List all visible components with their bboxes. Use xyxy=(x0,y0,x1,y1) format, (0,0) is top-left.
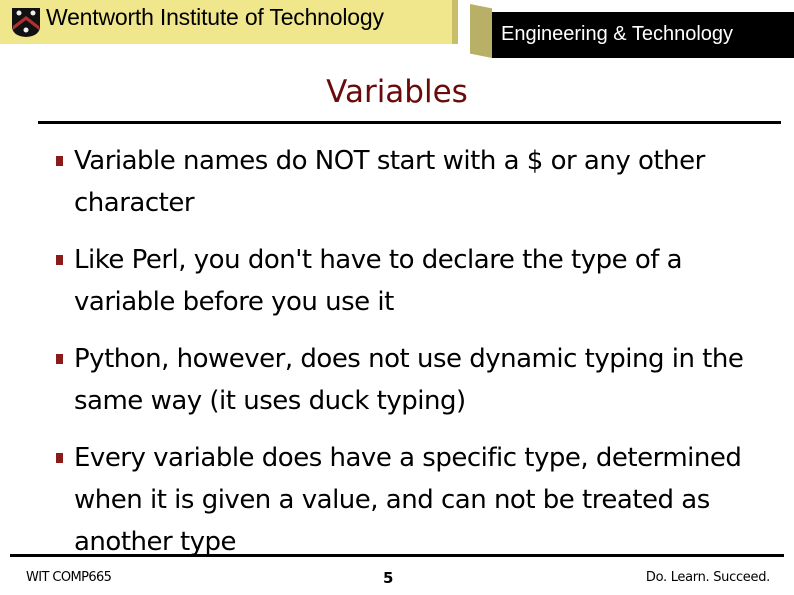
footer-motto: Do. Learn. Succeed. xyxy=(645,570,770,585)
bullet-item: Python, however, does not use dynamic ty… xyxy=(54,338,774,422)
bullet-square-icon xyxy=(56,255,63,265)
footer-divider xyxy=(10,554,784,557)
page-number: 5 xyxy=(383,569,394,587)
slide-title: Variables xyxy=(326,74,468,110)
department-banner: Engineering & Technology xyxy=(492,12,794,58)
footer-course: WIT COMP665 xyxy=(26,570,112,585)
bullet-text: Every variable does have a specific type… xyxy=(74,443,742,557)
bullet-item: Every variable does have a specific type… xyxy=(54,437,774,563)
institution-name: Wentworth Institute of Technology xyxy=(46,4,384,30)
bullet-text: Variable names do NOT start with a $ or … xyxy=(74,146,705,218)
banner-shade xyxy=(452,0,458,44)
bullet-square-icon xyxy=(56,453,63,463)
department-banner-fold xyxy=(470,4,492,58)
bullet-text: Like Perl, you don't have to declare the… xyxy=(74,245,683,317)
crest-shield-icon xyxy=(12,8,40,37)
bullet-item: Variable names do NOT start with a $ or … xyxy=(54,140,774,224)
department-name: Engineering & Technology xyxy=(501,23,734,45)
bullet-square-icon xyxy=(56,156,63,166)
bullet-text: Python, however, does not use dynamic ty… xyxy=(74,344,744,416)
bullet-item: Like Perl, you don't have to declare the… xyxy=(54,239,774,323)
bullet-list: Variable names do NOT start with a $ or … xyxy=(54,140,774,578)
institution-banner: Wentworth Institute of Technology xyxy=(0,0,458,44)
title-divider xyxy=(38,121,781,124)
bullet-square-icon xyxy=(56,354,63,364)
